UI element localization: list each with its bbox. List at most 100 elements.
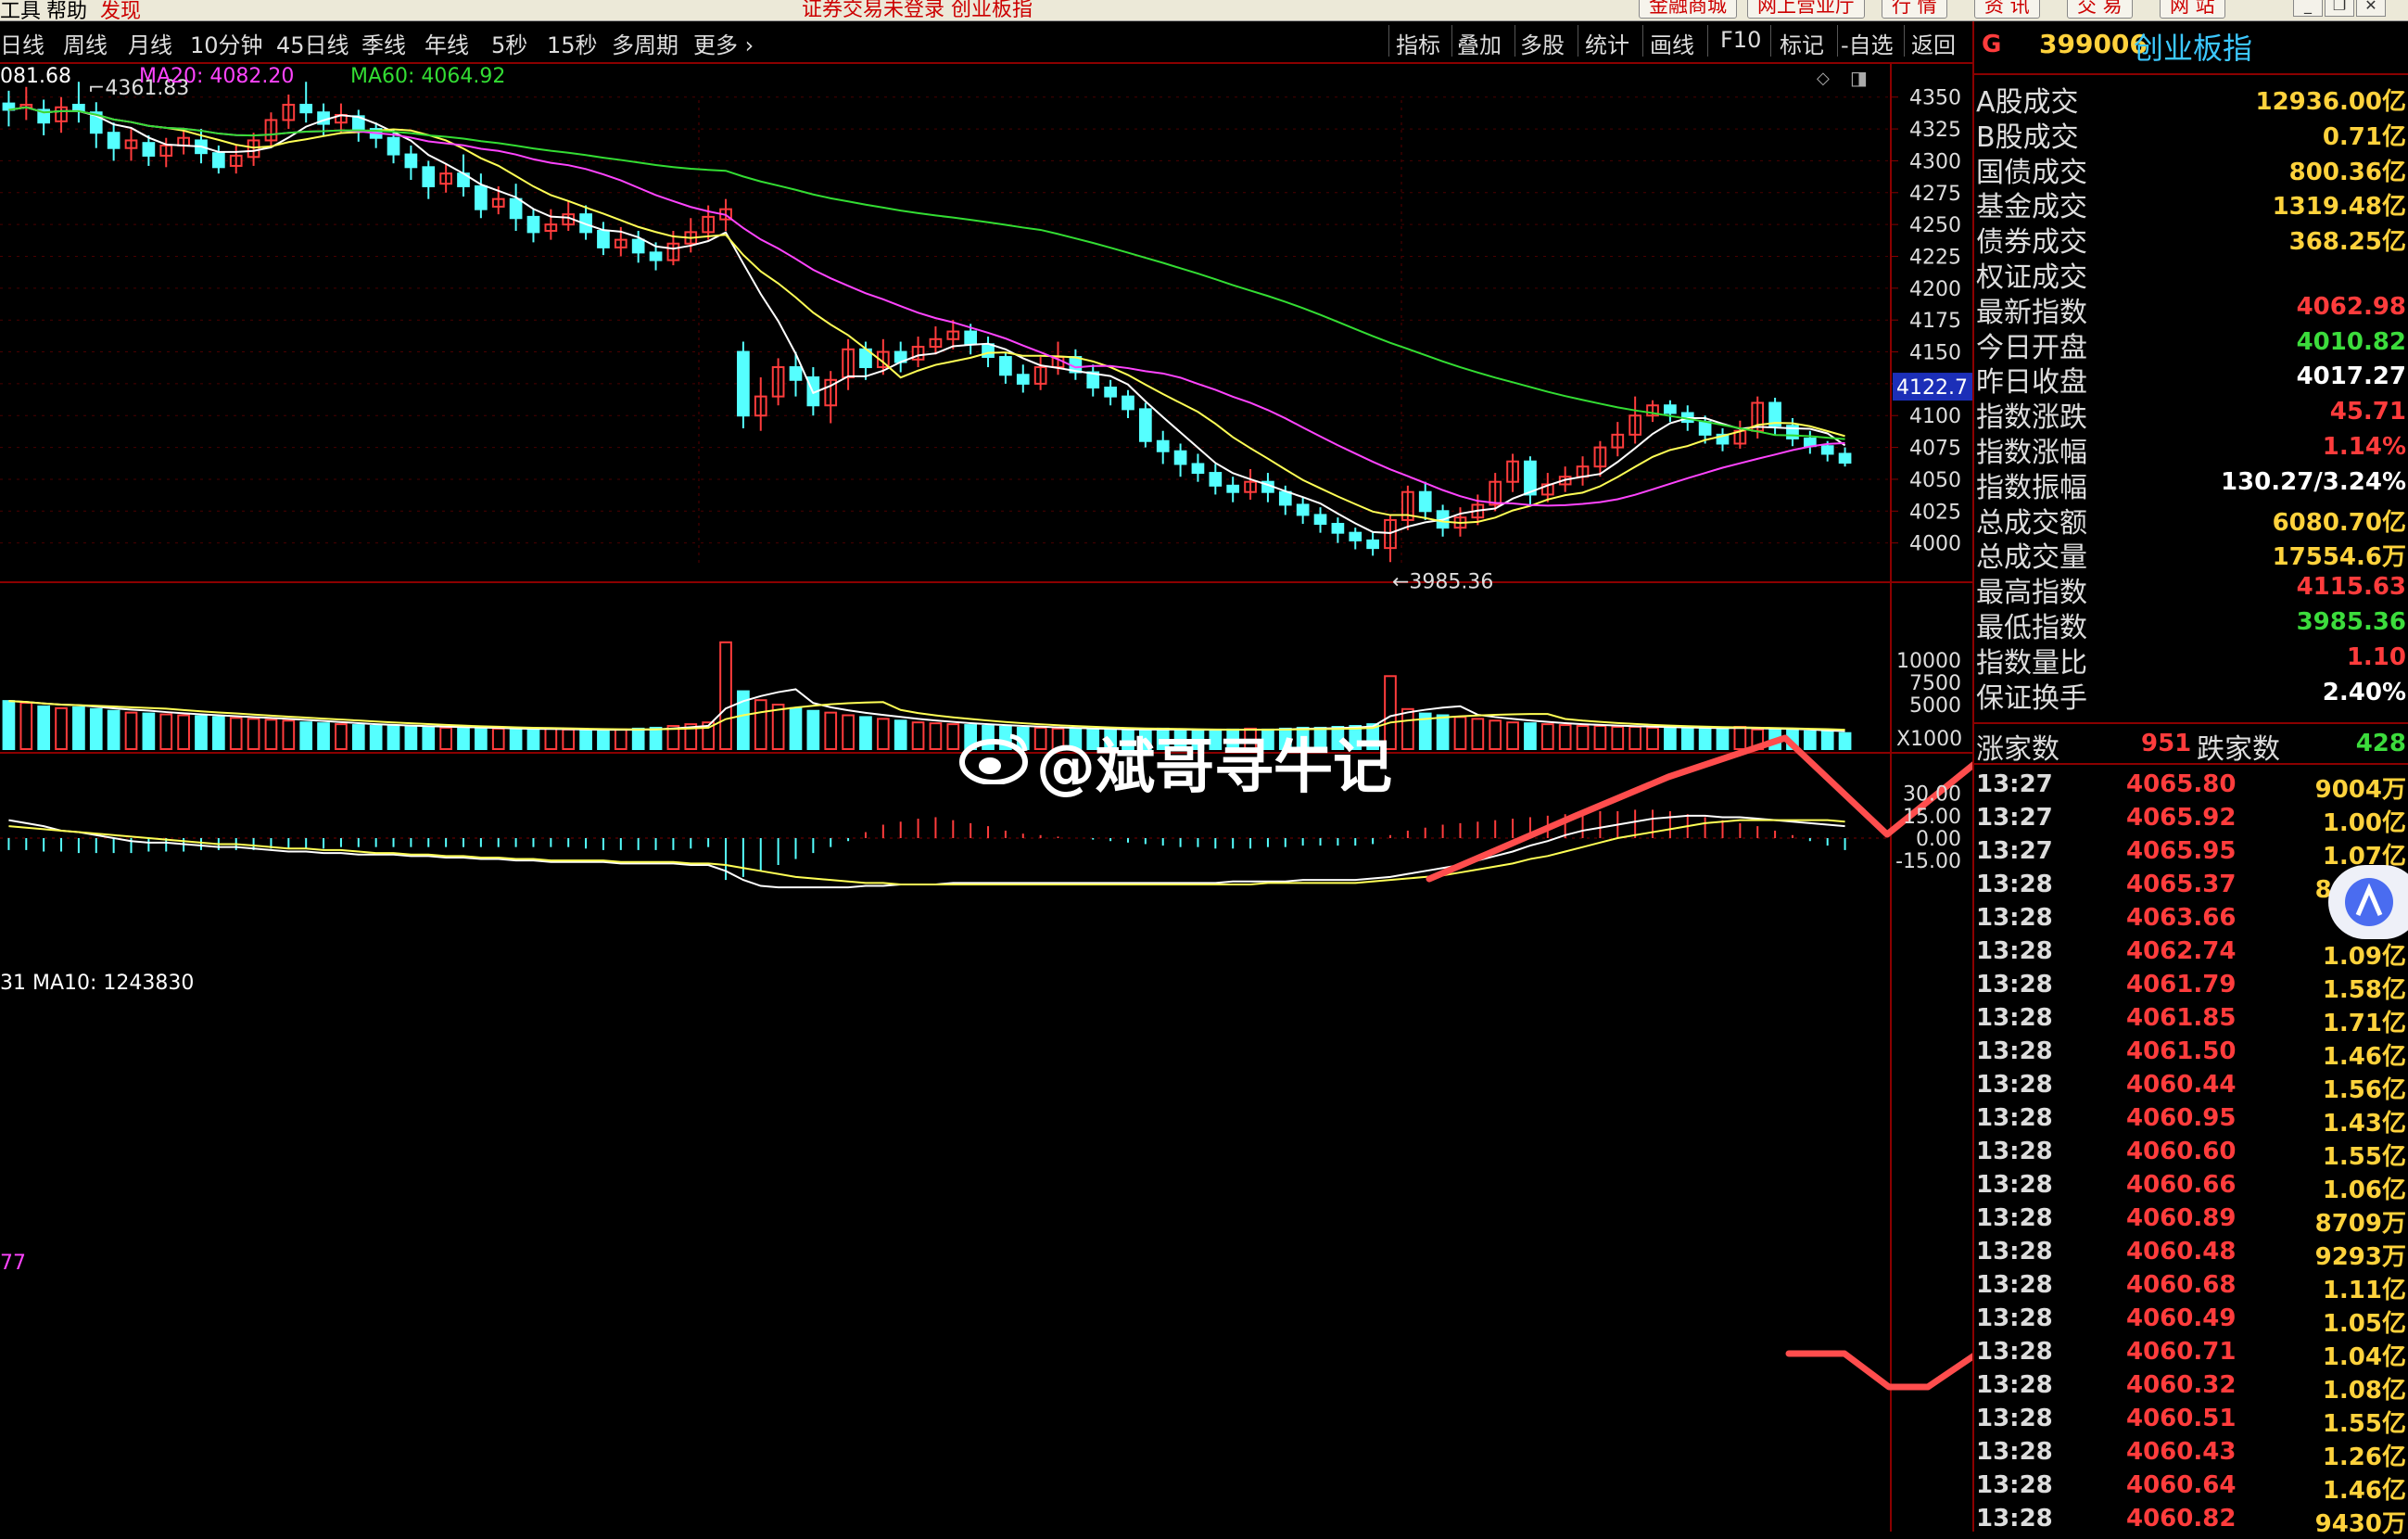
tab-year[interactable]: 年线: [425, 27, 469, 59]
candle-body: [212, 152, 225, 169]
tick-row: 13:28 4060.68 1.11亿: [1976, 1269, 2406, 1304]
tick-time: 13:28: [1976, 1171, 2053, 1199]
tab-10min[interactable]: 10分钟: [190, 27, 263, 59]
volume-bar: [562, 728, 576, 751]
tab-45day[interactable]: 45日线: [276, 27, 349, 59]
volume-legend: 31 MA10: 1243830: [0, 972, 195, 995]
volume-bar: [55, 706, 68, 751]
volume-bar: [422, 726, 436, 750]
back-button[interactable]: 返回: [1911, 27, 1956, 59]
info-button[interactable]: 资 讯: [1974, 0, 2040, 19]
candle-body: [1366, 539, 1379, 550]
tab-week[interactable]: 周线: [63, 27, 108, 59]
tab-15sec[interactable]: 15秒: [547, 27, 598, 59]
watermark-text: @斌哥寻牛记: [1036, 733, 1392, 802]
stat-value: 3985.36: [2296, 608, 2406, 636]
price-tick: 4200: [1909, 278, 1961, 301]
diamond-icon[interactable]: ◇: [1817, 69, 1830, 88]
tick-volume: 1.46亿: [2322, 1477, 2406, 1505]
volume-bar: [1593, 725, 1607, 750]
quote-button[interactable]: 行 情: [1882, 0, 1947, 19]
index-code: 399006: [2039, 29, 2148, 59]
office-button[interactable]: 网上营业厅: [1747, 0, 1865, 19]
volume-bar: [1576, 725, 1590, 750]
tick-time: 13:28: [1976, 904, 2053, 932]
tick-time: 13:28: [1976, 871, 2053, 898]
price-tick: 4225: [1909, 246, 1961, 269]
candle-body: [1803, 437, 1817, 448]
tick-time: 13:27: [1976, 770, 2053, 798]
tab-month[interactable]: 月线: [128, 27, 172, 59]
volume-bar: [1698, 727, 1712, 750]
volume-bar: [2, 700, 16, 750]
tick-volume: 1.71亿: [2322, 1010, 2406, 1037]
tick-price: 4060.48: [2126, 1238, 2237, 1266]
close-icon[interactable]: ✕: [2356, 0, 2386, 17]
tab-day[interactable]: 日线: [0, 27, 44, 59]
volume-bar: [1646, 726, 1659, 751]
tick-row: 13:28 4060.71 1.04亿: [1976, 1336, 2406, 1371]
volume-tick: 5000: [1909, 694, 1961, 718]
indicator-button[interactable]: 指标: [1396, 27, 1440, 59]
trade-button[interactable]: 交 易: [2067, 0, 2133, 19]
stat-row: 今日开盘 4010.82: [1976, 324, 2406, 364]
minimize-icon[interactable]: _: [2293, 0, 2323, 17]
candle-body: [1191, 463, 1205, 475]
stat-value: 130.27/3.24%: [2220, 467, 2406, 496]
candle-body: [964, 330, 978, 346]
tick-row: 13:27 4065.95 1.07亿: [1976, 835, 2406, 871]
volume-bar: [1436, 714, 1450, 751]
tab-multi-period[interactable]: 多周期: [612, 27, 678, 59]
tick-price: 4061.85: [2126, 1004, 2237, 1032]
volume-bar: [247, 718, 260, 750]
volume-bar: [212, 716, 225, 751]
login-notice: 证券交易未登录 创业板指: [802, 0, 1033, 21]
volume-bar: [649, 726, 663, 751]
web-button[interactable]: 网 站: [2160, 0, 2225, 19]
statistics-button[interactable]: 统计: [1585, 27, 1629, 59]
volume-bar: [369, 725, 383, 750]
volume-bar: [37, 705, 51, 750]
tick-volume: 1.56亿: [2322, 1076, 2406, 1104]
tick-time: 13:27: [1976, 804, 2053, 832]
tick-price: 4060.66: [2126, 1171, 2237, 1199]
index-group-badge: G: [1982, 31, 2002, 58]
tick-volume: 8709万: [2314, 1210, 2406, 1238]
draw-line-button[interactable]: 画线: [1650, 27, 1694, 59]
volume-bar: [1524, 722, 1537, 750]
volume-bar: [1506, 721, 1519, 751]
watchlist-button[interactable]: -自选: [1841, 27, 1894, 59]
panel-toggle-icon[interactable]: ◨: [1850, 67, 1868, 89]
mall-button[interactable]: 金融商城: [1639, 0, 1737, 19]
candle-body: [107, 132, 120, 149]
ma20-line: [8, 106, 1845, 507]
restore-icon[interactable]: ❐: [2325, 0, 2354, 17]
volume-bar: [1680, 726, 1694, 751]
down-count: 428: [2355, 730, 2406, 757]
overlay-button[interactable]: 叠加: [1457, 27, 1502, 59]
tick-price: 4060.89: [2126, 1204, 2237, 1232]
float-assistant-button[interactable]: [2328, 865, 2408, 939]
tick-price: 4060.43: [2126, 1438, 2237, 1466]
kline-chart[interactable]: ⌐4361.83←3985.36 43504325430042754250422…: [0, 63, 1972, 1532]
multi-stock-button[interactable]: 多股: [1520, 27, 1565, 59]
tick-volume: 1.46亿: [2322, 1043, 2406, 1071]
volume-bar: [1540, 723, 1554, 750]
volume-bar: [876, 718, 890, 750]
volume-bar: [544, 727, 558, 750]
mark-button[interactable]: 标记: [1780, 27, 1824, 59]
tick-time: 13:28: [1976, 971, 2053, 998]
candle-body: [1226, 484, 1240, 493]
tick-row: 13:28 4060.64 1.46亿: [1976, 1469, 2406, 1505]
tick-price: 4061.50: [2126, 1037, 2237, 1065]
f10-button[interactable]: F10: [1720, 27, 1761, 53]
stat-row: 指数涨跌 45.71: [1976, 394, 2406, 434]
tab-more[interactable]: 更多 ›: [693, 27, 754, 59]
tab-5sec[interactable]: 5秒: [491, 27, 527, 59]
tick-volume: 1.55亿: [2322, 1143, 2406, 1171]
tick-time: 13:28: [1976, 1304, 2053, 1332]
stat-row: 指数量比 1.10: [1976, 640, 2406, 680]
stat-row: 指数振幅 130.27/3.24%: [1976, 464, 2406, 504]
tick-row: 13:27 4065.80 9004万: [1976, 769, 2406, 804]
tab-season[interactable]: 季线: [361, 27, 406, 59]
